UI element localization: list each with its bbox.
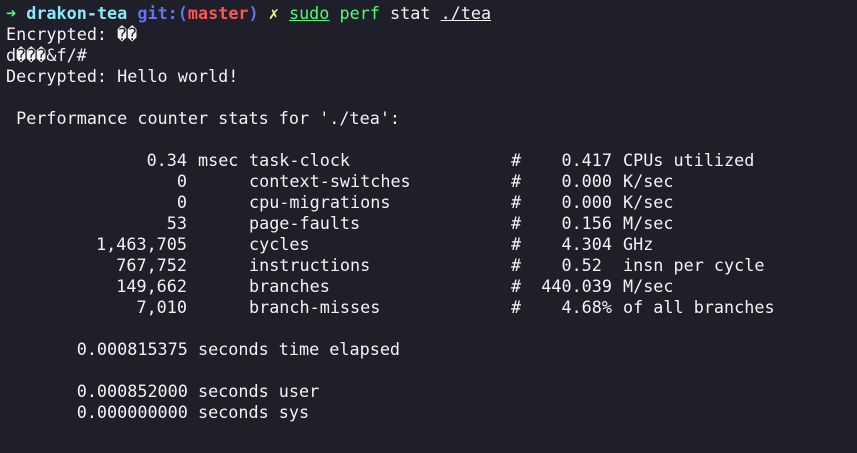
stat-metric-unit: K/sec: [623, 171, 674, 191]
command-subcommand: stat: [390, 3, 431, 23]
stat-value: 1,463,705: [96, 234, 187, 254]
time-sys: 0.000000000 seconds sys: [6, 402, 310, 422]
stat-metric-unit: CPUs utilized: [623, 150, 755, 170]
stat-metric-unit: insn per cycle: [623, 255, 765, 275]
stat-metric-value: 4.304: [561, 234, 612, 254]
prompt-directory: drakon-tea: [26, 3, 128, 23]
output-garbled: d���&f/#: [6, 45, 87, 65]
stat-event: instructions: [249, 255, 371, 275]
perf-stat-row: 0.34 msec task-clock #0.417 CPUs utilized: [6, 150, 857, 171]
stat-event: cpu-migrations: [249, 192, 391, 212]
command-sudo: sudo: [288, 3, 330, 23]
stat-value: 0.34: [146, 150, 187, 170]
stat-event: context-switches: [249, 171, 411, 191]
stat-metric-unit: of all branches: [623, 297, 775, 317]
terminal[interactable]: ➜ drakon-tea git:(master) ✗ sudo perf st…: [0, 0, 857, 423]
stat-metric-value: 440.039: [541, 276, 612, 296]
stat-value: 767,752: [116, 255, 187, 275]
stat-event: branch-misses: [249, 297, 381, 317]
output-decrypted: Decrypted: Hello world!: [6, 66, 239, 86]
stat-event: page-faults: [249, 213, 361, 233]
time-elapsed: 0.000815375 seconds time elapsed: [6, 339, 401, 359]
stat-value: 0: [176, 171, 187, 191]
stat-metric-value: 0.000: [561, 192, 612, 212]
perf-stat-row: 1,463,705 cycles #4.304 GHz: [6, 234, 857, 255]
command-name: perf: [339, 3, 380, 23]
stat-metric-value: 0.417: [561, 150, 612, 170]
stat-event: branches: [249, 276, 330, 296]
stat-metric-unit: GHz: [623, 234, 654, 254]
output-encrypted: Encrypted: ��: [6, 24, 138, 44]
stat-event: cycles: [249, 234, 310, 254]
stat-unit: msec: [198, 150, 239, 170]
perf-stats-table: 0.34 msec task-clock #0.417 CPUs utilized 0 co…: [6, 150, 857, 318]
prompt-arrow-icon: ➜: [6, 3, 17, 23]
stat-metric-unit: M/sec: [623, 276, 674, 296]
stat-event: task-clock: [249, 150, 351, 170]
stat-value: 0: [176, 192, 187, 212]
perf-stat-row: 7,010 branch-misses #4.68% of all branches: [6, 297, 857, 318]
prompt-line: ➜ drakon-tea git:(master) ✗ sudo perf st…: [6, 3, 857, 24]
command-argument: ./tea: [440, 3, 492, 23]
perf-stat-row: 53 page-faults #0.156 M/sec: [6, 213, 857, 234]
git-dirty-icon: ✗: [268, 3, 279, 23]
stat-metric-value: 4.68%: [561, 297, 612, 317]
stat-metric-value: 0.156: [561, 213, 612, 233]
git-prefix: git:(: [137, 3, 188, 23]
time-user: 0.000852000 seconds user: [6, 381, 320, 401]
perf-stat-row: 767,752 instructions #0.52 insn per cycle: [6, 255, 857, 276]
stat-metric-value: 0.000: [561, 171, 612, 191]
stat-value: 53: [166, 213, 187, 233]
stat-metric-unit: M/sec: [623, 213, 674, 233]
perf-stat-row: 0 context-switches #0.000 K/sec: [6, 171, 857, 192]
stat-metric-value: 0.52: [561, 255, 612, 275]
stat-value: 7,010: [136, 297, 187, 317]
perf-stat-row: 0 cpu-migrations #0.000 K/sec: [6, 192, 857, 213]
git-branch: master: [187, 3, 249, 23]
perf-header: Performance counter stats for './tea':: [6, 108, 401, 128]
stat-metric-unit: K/sec: [623, 192, 674, 212]
perf-stat-row: 149,662 branches #440.039 M/sec: [6, 276, 857, 297]
git-suffix: ): [248, 3, 259, 23]
stat-value: 149,662: [116, 276, 187, 296]
